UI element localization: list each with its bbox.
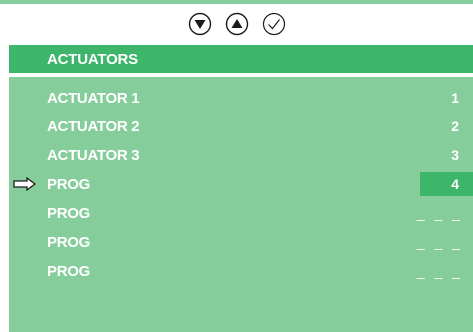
menu-item-value: _ _ _ (416, 234, 463, 250)
menu-item-prog[interactable]: PROG _ _ _ (9, 229, 473, 255)
menu-title: ACTUATORS (47, 50, 138, 68)
selection-arrow-icon (13, 177, 37, 191)
menu-item-value: 3 (451, 147, 459, 163)
menu-item-label: PROG (47, 262, 90, 280)
menu-item-prog[interactable]: PROG _ _ _ (9, 258, 473, 284)
menu-item-label: ACTUATOR 1 (47, 89, 140, 107)
triangle-down-icon (188, 12, 211, 36)
menu-item-label: PROG (47, 204, 90, 222)
menu-item-value: _ _ _ (416, 263, 463, 279)
menu-item-value: 1 (451, 90, 459, 106)
menu-item-label: PROG (47, 233, 90, 251)
triangle-up-icon (225, 12, 248, 36)
menu-item-actuator-3[interactable]: ACTUATOR 3 3 (9, 142, 473, 168)
menu-item-value: _ _ _ (416, 205, 463, 221)
menu-item-label: ACTUATOR 2 (47, 117, 140, 135)
menu-item-label: ACTUATOR 3 (47, 146, 140, 164)
menu-item-prog-selected[interactable]: PROG 4 (9, 171, 473, 197)
menu-item-value: 4 (451, 176, 459, 192)
check-icon (262, 12, 285, 36)
selected-value-highlight (420, 172, 473, 196)
menu-item-actuator-1[interactable]: ACTUATOR 1 1 (9, 85, 473, 111)
confirm-button[interactable] (262, 12, 286, 36)
scroll-up-button[interactable] (225, 12, 249, 36)
menu-item-label: PROG (47, 175, 90, 193)
menu-item-actuator-2[interactable]: ACTUATOR 2 2 (9, 113, 473, 139)
scroll-down-button[interactable] (188, 12, 212, 36)
navigation-bar (0, 4, 473, 44)
menu-item-prog[interactable]: PROG _ _ _ (9, 200, 473, 226)
menu-item-value: 2 (451, 118, 459, 134)
menu-header: ACTUATORS (9, 45, 473, 73)
menu-list: ACTUATOR 1 1 ACTUATOR 2 2 ACTUATOR 3 3 P… (9, 77, 473, 332)
